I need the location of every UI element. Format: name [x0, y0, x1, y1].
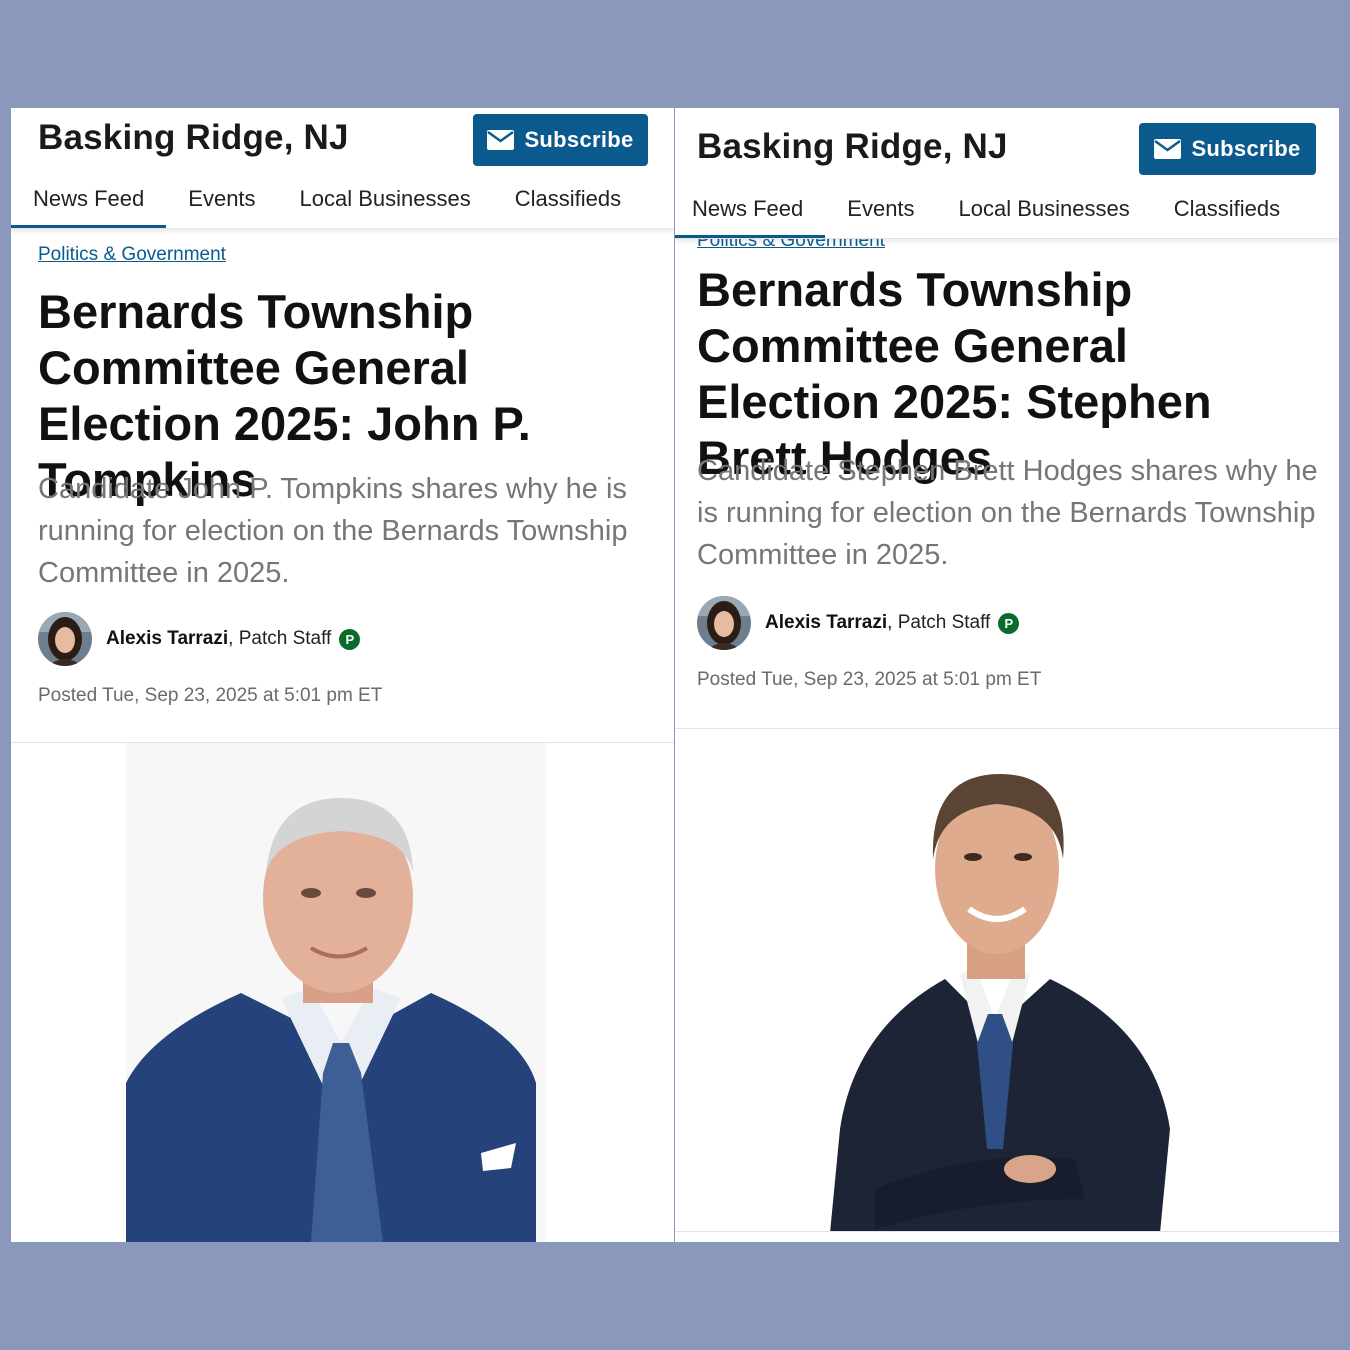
subscribe-button[interactable]: Subscribe [473, 114, 648, 166]
tab-label: News Feed [692, 196, 804, 221]
tab-label: Events [847, 196, 915, 221]
tab-local-businesses[interactable]: Local Businesses [278, 176, 493, 228]
tab-label: Local Businesses [299, 186, 471, 211]
tab-events[interactable]: Events [166, 176, 277, 228]
candidate-photo [675, 728, 1339, 1232]
category-link[interactable]: Politics & Government [38, 244, 226, 266]
subscribe-button[interactable]: Subscribe [1139, 123, 1316, 175]
author-name[interactable]: Alexis Tarrazi [765, 612, 887, 634]
site-title[interactable]: Basking Ridge, NJ [38, 118, 349, 158]
tab-local-businesses[interactable]: Local Businesses [937, 186, 1152, 238]
mail-icon [487, 130, 515, 150]
patch-badge-icon: P [339, 628, 361, 650]
tab-classifieds[interactable]: Classifieds [493, 176, 643, 228]
patch-badge-icon: P [998, 612, 1020, 634]
site-header: Basking Ridge, NJ Subscribe News Feed Ev… [11, 108, 674, 230]
author-role: , Patch Staff [228, 628, 332, 649]
tab-events[interactable]: Events [825, 186, 936, 238]
article-dek: Candidate Stephen Brett Hodges shares wh… [697, 455, 1318, 571]
article-dek: Candidate John P. Tompkins shares why he… [38, 473, 628, 589]
candidate-photo [11, 742, 674, 1242]
tab-news-feed[interactable]: News Feed [11, 176, 167, 228]
posted-date: Posted Tue, Sep 23, 2025 at 5:01 pm ET [38, 685, 383, 706]
author-name[interactable]: Alexis Tarrazi [106, 628, 228, 650]
mail-icon [1154, 139, 1182, 159]
tab-news-feed[interactable]: News Feed [675, 186, 826, 238]
subscribe-label: Subscribe [1191, 136, 1301, 161]
site-header: Basking Ridge, NJ Subscribe News Feed Ev… [675, 108, 1339, 240]
nav-tabs: News Feed Events Local Businesses Classi… [675, 186, 1339, 239]
article-screenshot-right: Basking Ridge, NJ Subscribe News Feed Ev… [675, 108, 1339, 1242]
avatar[interactable] [697, 596, 751, 650]
tab-label: News Feed [33, 186, 145, 211]
tab-label: Local Businesses [958, 196, 1130, 221]
article-screenshot-left: Basking Ridge, NJ Subscribe News Feed Ev… [11, 108, 674, 1242]
site-title[interactable]: Basking Ridge, NJ [697, 127, 1008, 167]
posted-date: Posted Tue, Sep 23, 2025 at 5:01 pm ET [697, 669, 1042, 690]
tab-label: Classifieds [1173, 196, 1281, 221]
tab-label: Events [188, 186, 256, 211]
byline: Alexis Tarrazi , Patch Staff P [697, 596, 1020, 650]
tab-label: Classifieds [514, 186, 622, 211]
byline: Alexis Tarrazi , Patch Staff P [38, 612, 361, 666]
avatar[interactable] [38, 612, 92, 666]
tab-classifieds[interactable]: Classifieds [1152, 186, 1294, 238]
nav-tabs: News Feed Events Local Businesses Classi… [11, 176, 674, 229]
subscribe-label: Subscribe [524, 127, 634, 152]
author-role: , Patch Staff [887, 612, 991, 633]
